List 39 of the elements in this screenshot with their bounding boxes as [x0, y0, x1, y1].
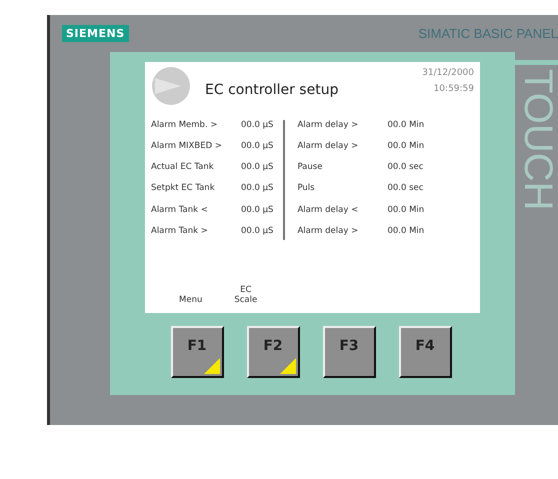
touch-label: TOUCH: [517, 69, 558, 210]
field-value: 00.0 µS: [241, 226, 274, 238]
brand-logo: SIEMENS: [62, 25, 129, 42]
field-label: Alarm Tank <: [151, 204, 209, 217]
field-value: 00.0 µS: [241, 204, 274, 217]
time-text: 10:59:59: [434, 84, 474, 94]
function-key[interactable]: F2: [246, 326, 300, 378]
function-key[interactable]: F3: [322, 326, 376, 378]
field-value: 00.0 Min: [387, 141, 424, 154]
field-label: Puls: [297, 183, 316, 196]
softkey-label[interactable]: EC Scale: [234, 285, 258, 305]
field-label: Alarm MIXBED >: [151, 141, 223, 154]
field-value: 00.0 µS: [241, 162, 274, 174]
field-label: Alarm Memb. >: [151, 120, 218, 132]
field-value: 00.0 sec: [387, 162, 424, 174]
model-label: SIMATIC BASIC PANEL: [418, 26, 558, 41]
corner-marker-icon: [204, 358, 220, 374]
logo-icon: [151, 66, 191, 106]
field-value: 00.0 µS: [241, 183, 274, 196]
field-label: Actual EC Tank: [151, 162, 215, 174]
function-key[interactable]: F1: [170, 326, 224, 378]
date-text: 31/12/2000: [422, 68, 474, 78]
field-value: 00.0 sec: [387, 183, 424, 196]
field-label: Setpkt EC Tank: [151, 183, 216, 196]
screen-title: EC controller setup: [205, 82, 340, 98]
field-label: Alarm delay >: [297, 226, 360, 238]
field-label: Alarm Tank >: [151, 226, 209, 238]
softkey-label[interactable]: Menu: [179, 295, 202, 305]
field-value: 00.0 Min: [387, 120, 424, 132]
field-value: 00.0 µS: [241, 141, 274, 154]
corner-marker-icon: [280, 358, 296, 374]
field-label: Alarm delay <: [297, 204, 360, 217]
field-label: Pause: [297, 162, 324, 174]
field-label: Alarm delay >: [297, 120, 360, 132]
field-value: 00.0 µS: [241, 120, 274, 132]
field-value: 00.0 Min: [387, 204, 424, 217]
field-label: Alarm delay >: [297, 141, 360, 154]
field-value: 00.0 Min: [387, 226, 424, 238]
function-key[interactable]: F4: [398, 326, 452, 378]
